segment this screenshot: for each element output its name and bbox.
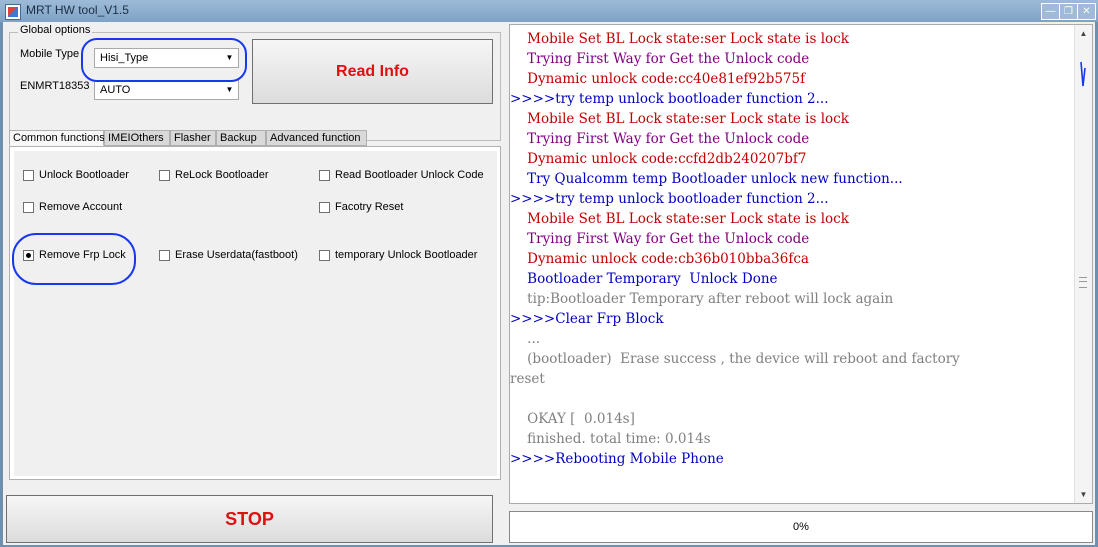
common-functions-panel: Unlock Bootloader ReLock Bootloader Read… — [9, 146, 501, 480]
log-console[interactable]: Mobile Set BL Lock state:ser Lock state … — [509, 24, 1093, 504]
log-line: Trying First Way for Get the Unlock code — [510, 51, 810, 67]
log-line: Mobile Set BL Lock state:ser Lock state … — [510, 31, 849, 47]
tab-common-functions[interactable]: Common functions — [9, 130, 105, 146]
global-options-legend: Global options — [18, 24, 93, 36]
progress-label: 0% — [793, 521, 809, 533]
log-line: reset — [510, 371, 545, 387]
log-line: Trying First Way for Get the Unlock code — [510, 231, 810, 247]
log-line: >>>>try temp unlock bootloader function … — [510, 91, 829, 107]
log-line: Dynamic unlock code:cb36b010bba36fca — [510, 251, 809, 267]
enmrt-select[interactable]: AUTO ▼ — [94, 80, 239, 100]
read-bl-unlock-code-label: Read Bootloader Unlock Code — [335, 169, 484, 181]
checkbox-box[interactable] — [319, 202, 330, 213]
log-line: Try Qualcomm temp Bootloader unlock new … — [510, 171, 903, 187]
tab-flasher[interactable]: Flasher — [170, 130, 216, 146]
options-area: Unlock Bootloader ReLock Bootloader Read… — [12, 151, 497, 476]
tab-advanced-function[interactable]: Advanced function — [266, 130, 367, 146]
scroll-up-icon[interactable]: ▲ — [1076, 26, 1091, 41]
close-icon[interactable]: ✕ — [1077, 3, 1096, 20]
log-line: >>>>Rebooting Mobile Phone — [510, 451, 724, 467]
log-line: Dynamic unlock code:ccfd2db240207bf7 — [510, 151, 807, 167]
log-lines: Mobile Set BL Lock state:ser Lock state … — [510, 29, 1072, 469]
unlock-bootloader-label: Unlock Bootloader — [39, 169, 129, 181]
minimize-icon[interactable]: — — [1041, 3, 1060, 20]
log-line: Mobile Set BL Lock state:ser Lock state … — [510, 211, 849, 227]
chevron-down-icon[interactable]: ▼ — [223, 83, 236, 97]
annotation-circle-frp — [12, 233, 136, 285]
checkbox-box[interactable] — [159, 250, 170, 261]
progress-bar: 0% — [509, 511, 1093, 543]
log-line: Bootloader Temporary Unlock Done — [510, 271, 778, 287]
scroll-grip-icon[interactable] — [1079, 277, 1087, 288]
factory-reset-label: Facotry Reset — [335, 201, 404, 213]
log-line: Mobile Set BL Lock state:ser Lock state … — [510, 111, 849, 127]
tab-backup[interactable]: Backup — [216, 130, 266, 146]
temp-unlock-bootloader-label: temporary Unlock Bootloader — [335, 249, 478, 261]
read-info-button[interactable]: Read Info — [252, 39, 493, 104]
title-bar: MRT HW tool_V1.5 — ❐ ✕ — [0, 0, 1098, 22]
log-line: tip:Bootloader Temporary after reboot wi… — [510, 291, 894, 307]
main-window: Global options Mobile Type Hisi_Type ▼ E… — [3, 22, 1095, 545]
log-line: Dynamic unlock code:cc40e81ef92b575f — [510, 71, 806, 87]
log-line: (bootloader) Erase success , the device … — [510, 351, 960, 367]
enmrt-label: ENMRT18353 — [20, 80, 90, 92]
checkbox-box[interactable] — [319, 170, 330, 181]
annotation-circle-mobile-type — [81, 38, 247, 82]
window-title: MRT HW tool_V1.5 — [26, 3, 129, 17]
checkbox-box[interactable] — [23, 202, 34, 213]
checkbox-box[interactable] — [319, 250, 330, 261]
pen-mark-icon — [1080, 61, 1086, 87]
restore-icon[interactable]: ❐ — [1059, 3, 1078, 20]
stop-button[interactable]: STOP — [6, 495, 493, 543]
checkbox-box[interactable] — [23, 170, 34, 181]
erase-userdata-label: Erase Userdata(fastboot) — [175, 249, 298, 261]
mobile-type-label: Mobile Type — [20, 48, 80, 60]
log-scrollbar[interactable]: ▲ ▼ — [1074, 25, 1092, 503]
log-line: ... — [510, 331, 541, 347]
relock-bootloader-label: ReLock Bootloader — [175, 169, 269, 181]
checkbox-box[interactable] — [159, 170, 170, 181]
scroll-down-icon[interactable]: ▼ — [1076, 487, 1091, 502]
log-line: OKAY [ 0.014s] — [510, 411, 635, 427]
log-line: finished. total time: 0.014s — [510, 431, 711, 447]
log-line: >>>>try temp unlock bootloader function … — [510, 191, 829, 207]
remove-account-label: Remove Account — [39, 201, 123, 213]
enmrt-value: AUTO — [100, 84, 131, 96]
log-line: >>>>Clear Frp Block — [510, 311, 664, 327]
log-line: Trying First Way for Get the Unlock code — [510, 131, 810, 147]
app-logo-icon — [5, 4, 21, 20]
tab-imei-others[interactable]: IMEIOthers — [104, 130, 170, 146]
